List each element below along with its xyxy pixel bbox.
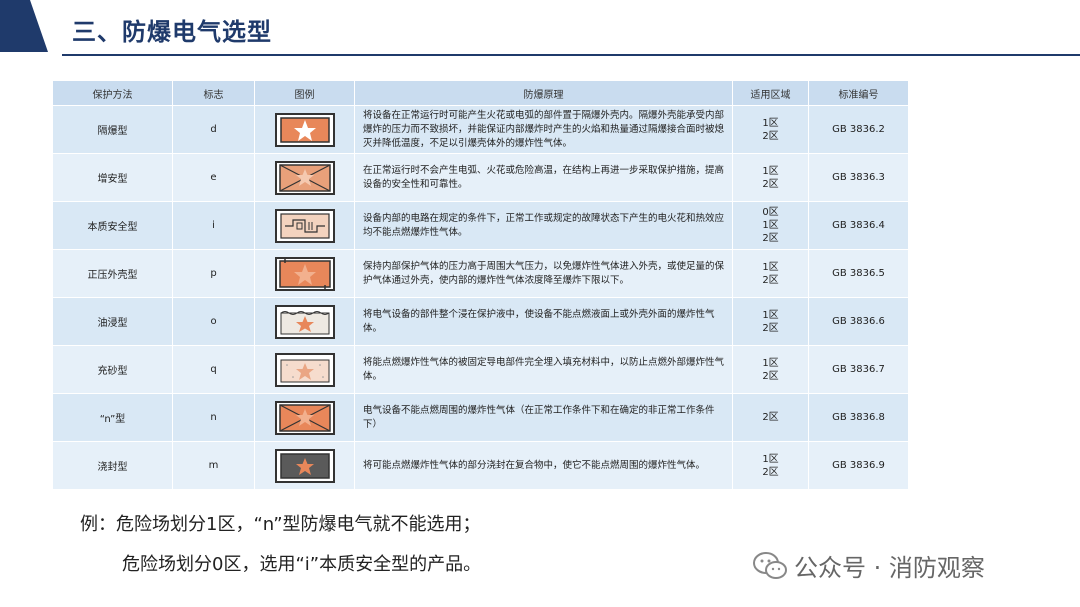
icon-cell [254, 153, 355, 202]
header-zone: 适用区域 [732, 80, 809, 106]
principle-cell: 保持内部保护气体的压力高于周围大气压力，以免爆炸性气体进入外壳，或使足量的保护气… [354, 249, 733, 298]
zone-cell: 1区 2区 [732, 297, 809, 346]
page-title: 三、防爆电气选型 [72, 18, 272, 46]
standard-cell: GB 3836.6 [808, 297, 909, 346]
table-row: “n”型 n 电气设备不能点燃周围的爆炸性气体（在正常工作条件下和在确定的非正常… [52, 393, 909, 442]
table-row: 本质安全型 i 设备内部的电路在规定的条件下，正常工作或规定的故障状态下产生的电… [52, 201, 909, 250]
standard-cell: GB 3836.3 [808, 153, 909, 202]
icon-cell [254, 201, 355, 250]
method-cell: 浇封型 [52, 441, 173, 490]
icon-cell [254, 249, 355, 298]
wechat-icon [753, 551, 787, 579]
zone-value: 2区 [762, 322, 779, 334]
mark-cell: q [172, 345, 255, 394]
icon-cell [254, 345, 355, 394]
principle-cell: 设备内部的电路在规定的条件下，正常工作或规定的故障状态下产生的电火花和热效应均不… [354, 201, 733, 250]
method-cell: 正压外壳型 [52, 249, 173, 298]
corner-decoration [0, 0, 48, 52]
table-row: 增安型 e 在正常运行时不会产生电弧、火花或危险高温，在结构上再进一步采取保护措… [52, 153, 909, 202]
watermark-text: 公众号 · 消防观察 [794, 554, 985, 582]
mark-cell: m [172, 441, 255, 490]
method-cell: 充砂型 [52, 345, 173, 394]
explosion-protection-table: 保护方法 标志 图例 防爆原理 适用区域 标准编号 隔爆型 d 将设备在正常运行… [52, 80, 909, 490]
method-cell: 本质安全型 [52, 201, 173, 250]
method-cell: “n”型 [52, 393, 173, 442]
principle-cell: 在正常运行时不会产生电弧、火花或危险高温，在结构上再进一步采取保护措施，提高设备… [354, 153, 733, 202]
standard-cell: GB 3836.7 [808, 345, 909, 394]
table-row: 充砂型 q 将能点燃爆炸性气体的被固定导电部件完全埋入填充材料中，以防止点燃外部… [52, 345, 909, 394]
header-icon: 图例 [254, 80, 355, 106]
mark-cell: n [172, 393, 255, 442]
mark-cell: d [172, 105, 255, 154]
header-method: 保护方法 [52, 80, 173, 106]
zone-cell: 1区 2区 [732, 153, 809, 202]
standard-cell: GB 3836.2 [808, 105, 909, 154]
principle-cell: 将能点燃爆炸性气体的被固定导电部件完全埋入填充材料中，以防止点燃外部爆炸性气体。 [354, 345, 733, 394]
method-cell: 油浸型 [52, 297, 173, 346]
icon-cell [254, 105, 355, 154]
zone-cell: 0区 1区 2区 [732, 201, 809, 250]
zone-value: 2区 [762, 274, 779, 286]
zone-cell: 1区 2区 [732, 441, 809, 490]
zone-value: 1区 [762, 165, 779, 177]
zone-cell: 1区 2区 [732, 249, 809, 298]
zone-value: 2区 [762, 130, 779, 142]
zone-value: 1区 [762, 453, 779, 465]
table-row: 浇封型 m 将可能点燃爆炸性气体的部分浇封在复合物中，使它不能点燃周围的爆炸性气… [52, 441, 909, 490]
zone-value: 2区 [762, 233, 779, 244]
header-mark: 标志 [172, 80, 255, 106]
header-principle: 防爆原理 [354, 80, 733, 106]
oil-immersion-icon [274, 304, 335, 339]
sand-filled-icon [274, 352, 335, 387]
zone-cell: 2区 [732, 393, 809, 442]
standard-cell: GB 3836.5 [808, 249, 909, 298]
table-row: 正压外壳型 p 保持内部保护气体的压力高于周围大气压力，以免爆炸性气体进入外壳，… [52, 249, 909, 298]
zone-value: 2区 [762, 412, 779, 423]
zone-value: 1区 [762, 117, 779, 129]
zone-value: 1区 [762, 357, 779, 369]
zone-cell: 1区 2区 [732, 345, 809, 394]
encapsulation-icon [274, 448, 335, 483]
example-note-2: 危险场划分0区，选用“i”本质安全型的产品。 [122, 554, 482, 575]
mark-cell: p [172, 249, 255, 298]
method-cell: 增安型 [52, 153, 173, 202]
type-n-icon [274, 400, 335, 435]
header-standard: 标准编号 [808, 80, 909, 106]
principle-cell: 电气设备不能点燃周围的爆炸性气体（在正常工作条件下和在确定的非正常工作条件下） [354, 393, 733, 442]
zone-value: 0区 [762, 207, 779, 218]
zone-cell: 1区 2区 [732, 105, 809, 154]
table-row: 隔爆型 d 将设备在正常运行时可能产生火花或电弧的部件置于隔爆外壳内。隔爆外壳能… [52, 105, 909, 154]
increased-safety-icon [274, 160, 335, 195]
zone-value: 2区 [762, 370, 779, 382]
pressurized-icon [274, 256, 335, 291]
title-underline [62, 54, 1080, 56]
zone-value: 1区 [762, 220, 779, 231]
method-cell: 隔爆型 [52, 105, 173, 154]
icon-cell [254, 297, 355, 346]
zone-value: 2区 [762, 466, 779, 478]
icon-cell [254, 393, 355, 442]
intrinsic-safety-icon [274, 208, 335, 243]
standard-cell: GB 3836.4 [808, 201, 909, 250]
zone-value: 1区 [762, 261, 779, 273]
principle-cell: 将电气设备的部件整个浸在保护液中，使设备不能点燃液面上或外壳外面的爆炸性气体。 [354, 297, 733, 346]
mark-cell: i [172, 201, 255, 250]
flameproof-icon [274, 112, 335, 147]
zone-value: 2区 [762, 178, 779, 190]
zone-value: 1区 [762, 309, 779, 321]
table-header-row: 保护方法 标志 图例 防爆原理 适用区域 标准编号 [52, 80, 909, 106]
mark-cell: e [172, 153, 255, 202]
principle-cell: 将设备在正常运行时可能产生火花或电弧的部件置于隔爆外壳内。隔爆外壳能承受内部爆炸… [354, 105, 733, 154]
icon-cell [254, 441, 355, 490]
table-row: 油浸型 o 将电气设备的部件整个浸在保护液中，使设备不能点燃液面上或外壳外面的爆… [52, 297, 909, 346]
watermark: 公众号 · 消防观察 [752, 548, 985, 583]
example-note-1: 例：危险场划分1区，“n”型防爆电气就不能选用； [80, 514, 481, 535]
principle-cell: 将可能点燃爆炸性气体的部分浇封在复合物中，使它不能点燃周围的爆炸性气体。 [354, 441, 733, 490]
standard-cell: GB 3836.9 [808, 441, 909, 490]
mark-cell: o [172, 297, 255, 346]
standard-cell: GB 3836.8 [808, 393, 909, 442]
